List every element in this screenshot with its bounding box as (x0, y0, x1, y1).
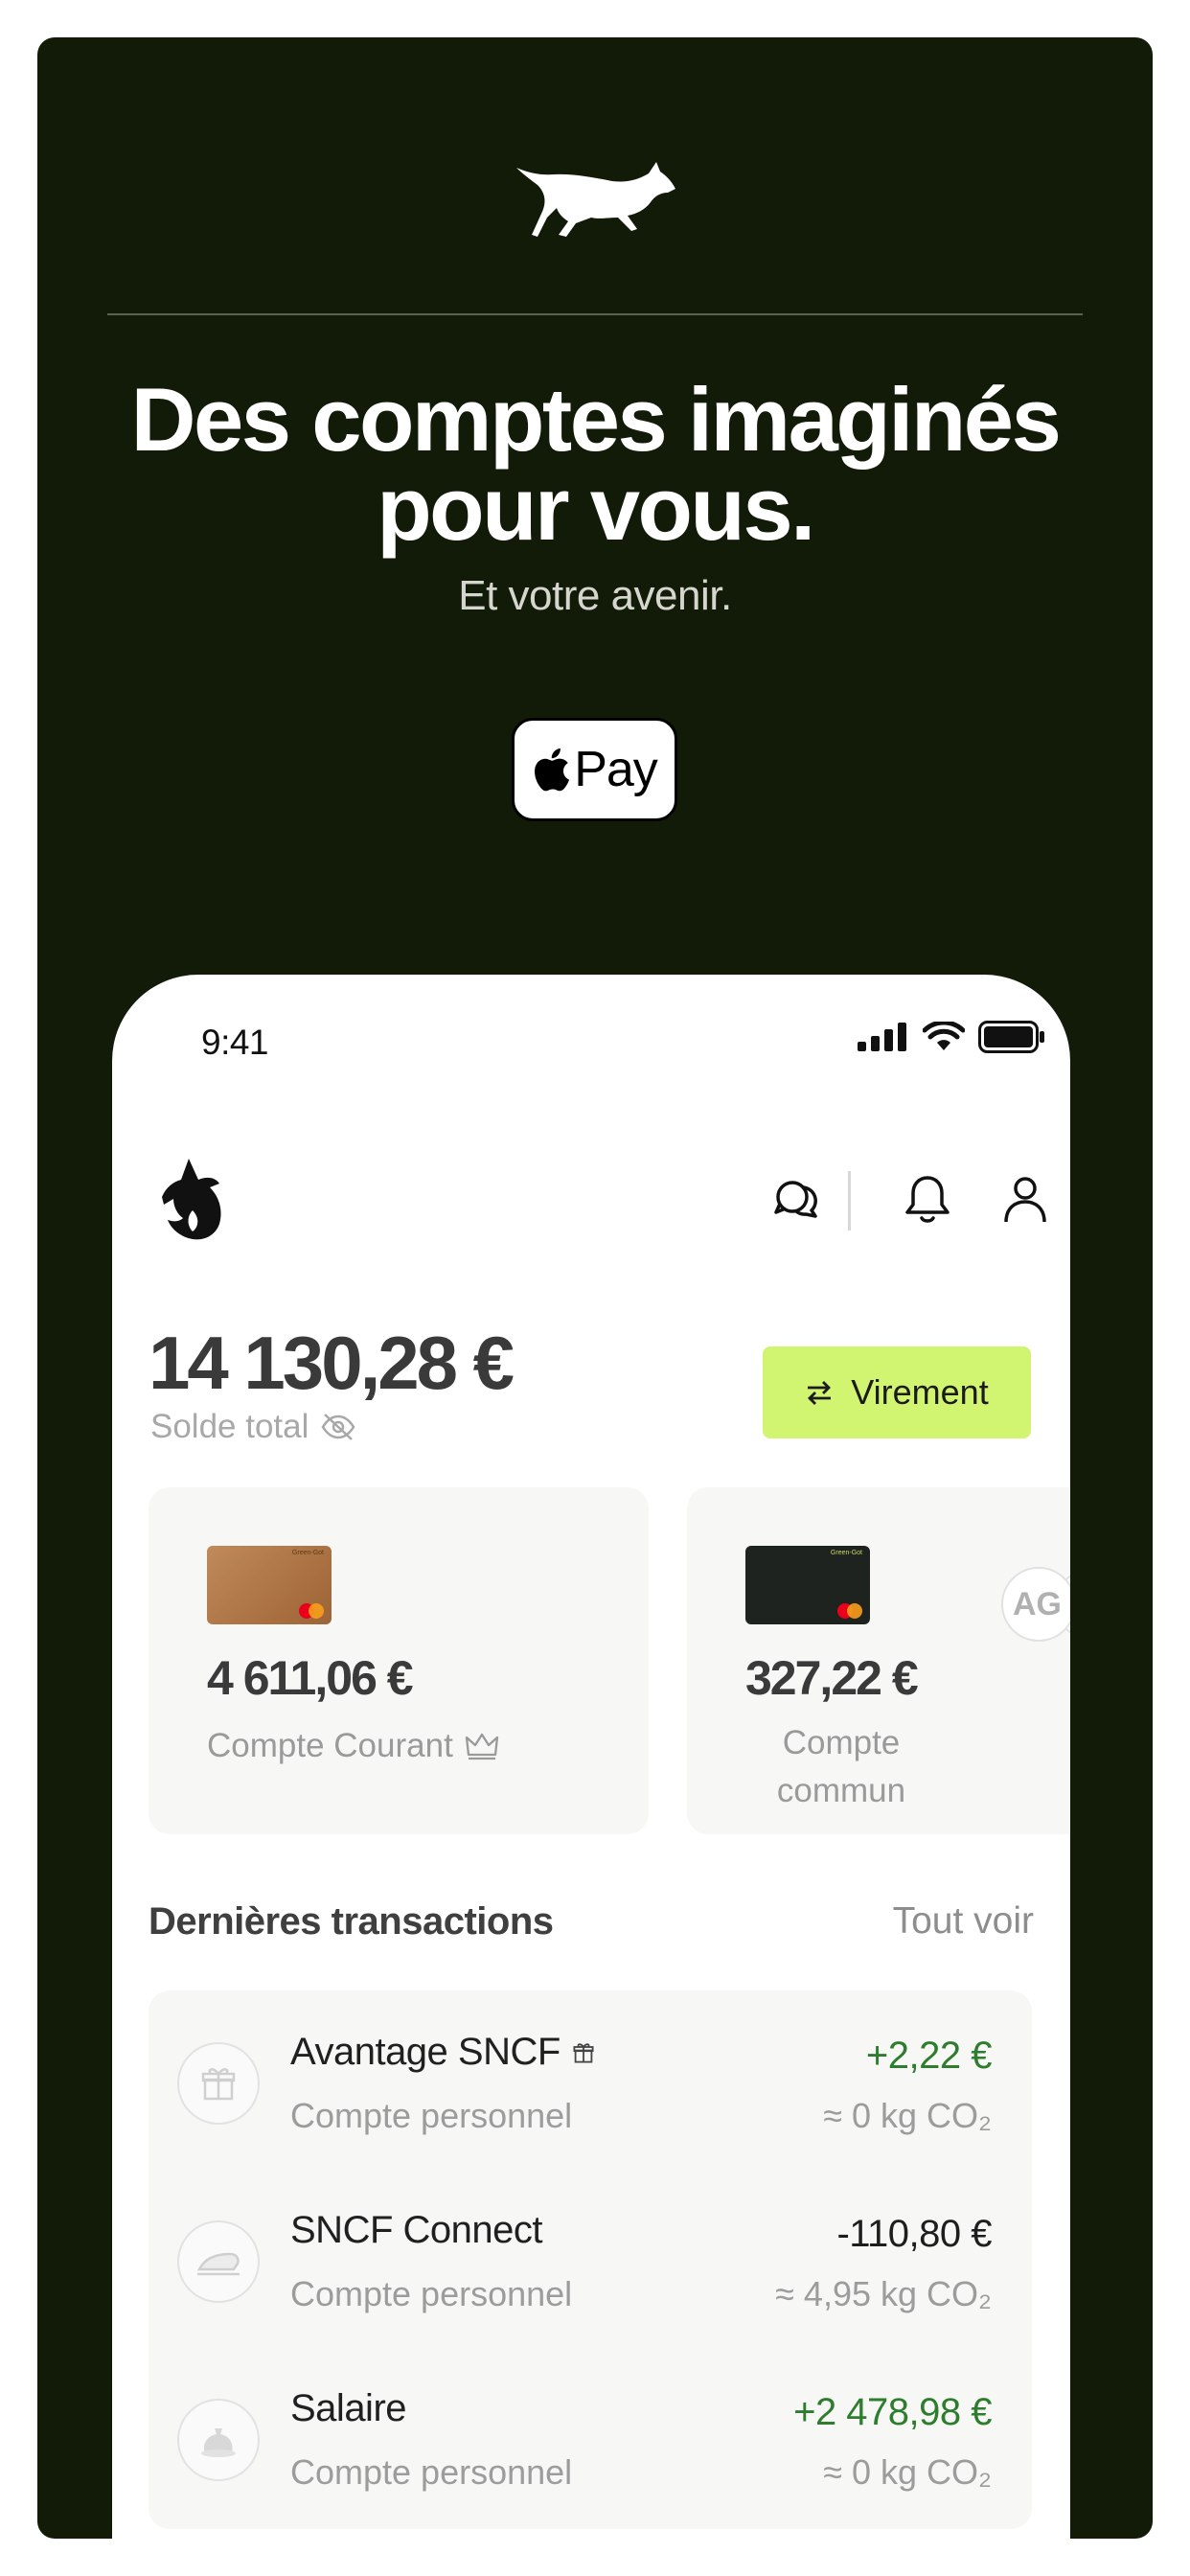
hero-subtitle: Et votre avenir. (458, 572, 732, 619)
hero-title: Des comptes imaginés pour vous. (37, 369, 1153, 559)
transaction-title: SNCF Connect (290, 2209, 542, 2251)
see-all-link[interactable]: Tout voir (893, 1900, 1034, 1943)
hero-title-line-2: pour vous. (377, 458, 815, 559)
apple-icon (535, 748, 570, 792)
total-balance-label-text: Solde total (150, 1408, 309, 1445)
hero-panel: Des comptes imaginés pour vous. Et votre… (37, 37, 1153, 2539)
transaction-co2: ≈ 4,95 kg CO₂ (775, 2274, 992, 2313)
status-time: 9:41 (201, 1023, 269, 1062)
gift-icon (201, 2068, 236, 2101)
account-name-text: Compte Courant (207, 1727, 453, 1764)
transactions-list: Avantage SNCF Compte personnel +2,22 € ≈… (149, 1990, 1032, 2529)
apple-pay-label: Pay (574, 742, 658, 797)
transaction-co2: ≈ 0 kg CO₂ (823, 2096, 992, 2135)
app-fox-logo-icon (162, 1159, 221, 1240)
hero-title-line-1: Des comptes imaginés (130, 369, 1062, 470)
apple-pay-badge[interactable]: Pay (512, 718, 677, 821)
transaction-account: Compte personnel (290, 2096, 573, 2135)
transfer-button-label: Virement (851, 1372, 989, 1412)
hero-divider (107, 313, 1083, 315)
wifi-icon (923, 1022, 965, 1050)
transfer-button[interactable]: Virement (763, 1346, 1031, 1438)
transaction-account: Compte personnel (290, 2452, 573, 2492)
fox-logo-icon (516, 162, 675, 237)
transaction-row[interactable]: Salaire Compte personnel +2 478,98 € ≈ 0… (149, 2347, 1032, 2525)
transaction-row[interactable]: SNCF Connect Compte personnel -110,80 € … (149, 2169, 1032, 2347)
total-balance-label: Solde total (150, 1408, 356, 1446)
bell-icon[interactable] (901, 1172, 954, 1226)
eye-off-icon[interactable] (320, 1412, 356, 1442)
account-name: Compte Courant (207, 1727, 499, 1765)
money-bag-icon (201, 2428, 236, 2457)
black-payment-card: Green-Got (745, 1546, 870, 1624)
member-avatar: AG (1001, 1567, 1070, 1642)
transaction-icon (177, 2042, 260, 2125)
phone-mockup: 9:41 14 130,28 € Solde total Virement Gr… (112, 975, 1070, 2539)
crown-icon (465, 1733, 498, 1760)
wood-payment-card: Green-Got (207, 1546, 332, 1624)
account-amount: 4 611,06 € (207, 1651, 414, 1705)
transaction-icon (177, 2399, 260, 2481)
transaction-amount: +2 478,98 € (793, 2391, 992, 2433)
mastercard-icon (837, 1603, 862, 1619)
status-icons (858, 1021, 1045, 1053)
transaction-title: Avantage SNCF (290, 2031, 595, 2074)
total-balance: 14 130,28 € (149, 1321, 515, 1405)
profile-icon[interactable] (998, 1172, 1052, 1226)
header-separator (848, 1171, 851, 1230)
transactions-title: Dernières transactions (149, 1900, 554, 1943)
transaction-account: Compte personnel (290, 2274, 573, 2313)
small-gift-icon (573, 2042, 594, 2062)
account-amount: 327,22 € (745, 1651, 919, 1705)
train-icon (196, 2252, 240, 2276)
transaction-title-text: Avantage SNCF (290, 2031, 561, 2073)
account-name: Compte commun (745, 1719, 937, 1815)
signal-icon (858, 1023, 906, 1051)
battery-icon (978, 1021, 1044, 1053)
transaction-title: Salaire (290, 2387, 407, 2429)
transfer-arrows-icon (808, 1381, 832, 1405)
transaction-row[interactable]: Avantage SNCF Compte personnel +2,22 € ≈… (149, 1990, 1032, 2169)
transaction-amount: -110,80 € (836, 2213, 992, 2255)
transaction-amount: +2,22 € (865, 2035, 993, 2077)
chat-icon[interactable] (769, 1172, 823, 1226)
account-card-courant[interactable]: Green-Got 4 611,06 € Compte Courant (149, 1487, 649, 1834)
transaction-icon (177, 2220, 260, 2303)
mastercard-icon (299, 1603, 324, 1619)
transaction-co2: ≈ 0 kg CO₂ (823, 2452, 992, 2492)
account-card-commun[interactable]: Green-Got 327,22 € Compte commun (687, 1487, 1070, 1834)
card-brand-text: Green-Got (830, 1550, 862, 1556)
account-name-line-1: Compte (782, 1724, 901, 1761)
card-brand-text: Green-Got (291, 1550, 324, 1556)
account-name-line-2: commun (776, 1772, 906, 1809)
